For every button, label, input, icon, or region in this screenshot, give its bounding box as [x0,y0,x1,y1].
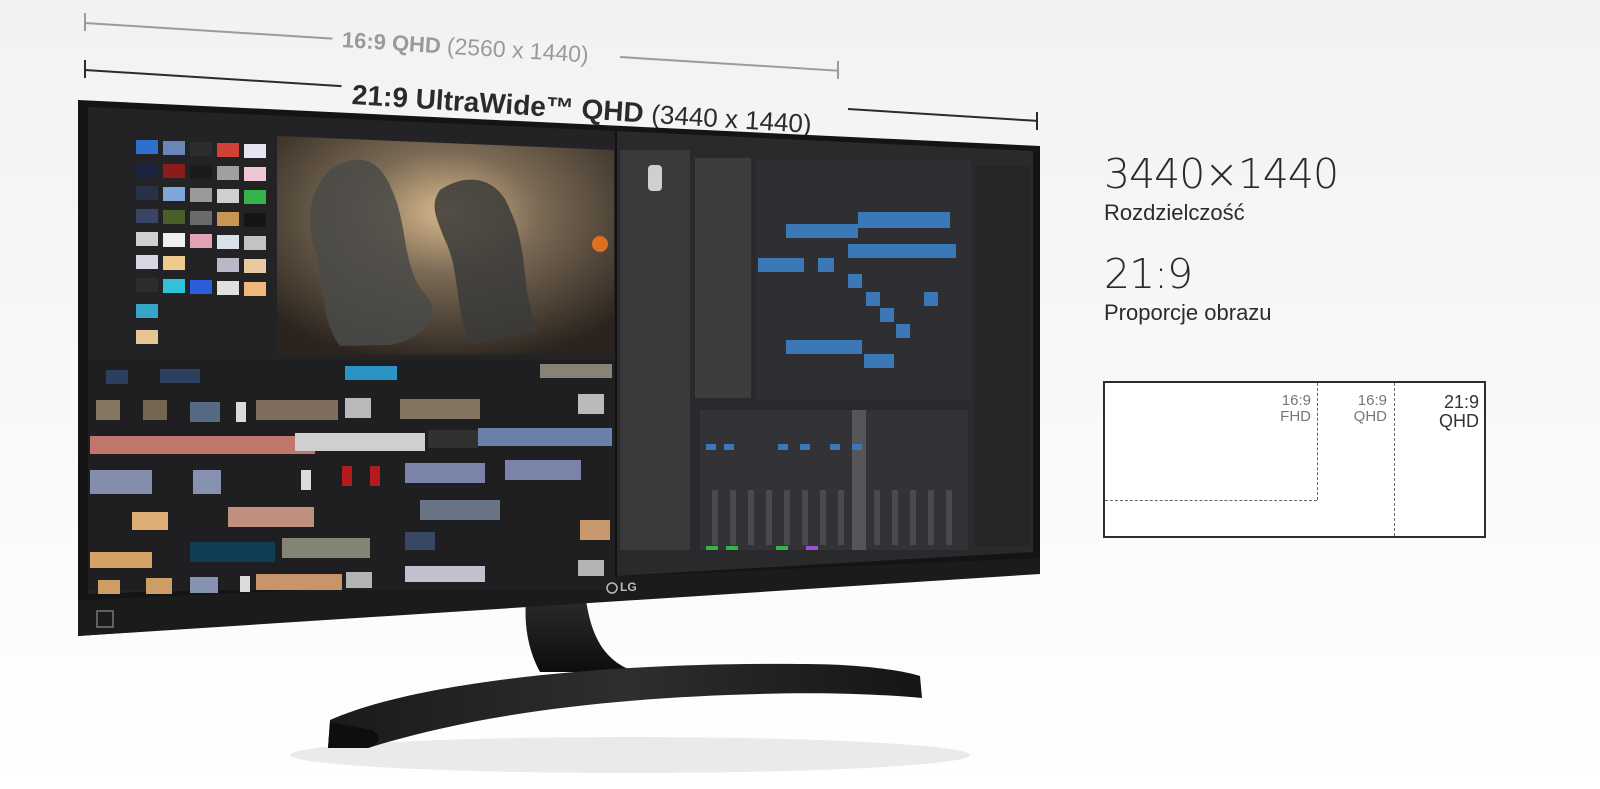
aspect-spec: 21:9 Proporcje obrazu [1104,250,1272,326]
aspect-caption: Proporcje obrazu [1104,300,1272,325]
qhd-16-9-label: 16:9 QHD [1327,393,1387,425]
qhd-21-9-line1: 21:9 [1443,392,1479,412]
qhd-16-9-line2: QHD [1353,407,1387,425]
qhd-16-9-right-edge [1394,383,1395,536]
aspect-value: 21:9 [1104,250,1193,298]
resolution-value: 3440×1440 [1104,150,1339,198]
fhd-right-edge [1317,383,1318,500]
qhd-21-9-label: 21:9 QHD [1405,393,1479,431]
qhd-21-9-line2: QHD [1439,410,1479,431]
brand-logo-text: LG [620,580,637,594]
product-illustration: 16:9 QHD (2560 x 1440) 21:9 UltraWide™ Q… [0,0,1600,789]
ratio-comparison-diagram: 16:9 FHD 16:9 QHD 21:9 QHD [1103,381,1486,538]
brand-logo: LG [620,580,637,594]
resolution-spec: 3440×1440 Rozdzielczość [1104,150,1339,226]
resolution-caption: Rozdzielczość [1104,200,1245,225]
fhd-bottom-edge [1105,500,1317,501]
fhd-16-9-line2: FHD [1280,407,1311,425]
arrange-area [756,160,971,400]
mixer [700,410,968,550]
stand-neck [525,600,636,672]
stand-base [328,663,922,748]
qhd-16-9-line1: 16:9 [1357,392,1387,409]
fhd-16-9-line1: 16:9 [1281,392,1311,409]
fhd-16-9-label: 16:9 FHD [1255,393,1311,425]
